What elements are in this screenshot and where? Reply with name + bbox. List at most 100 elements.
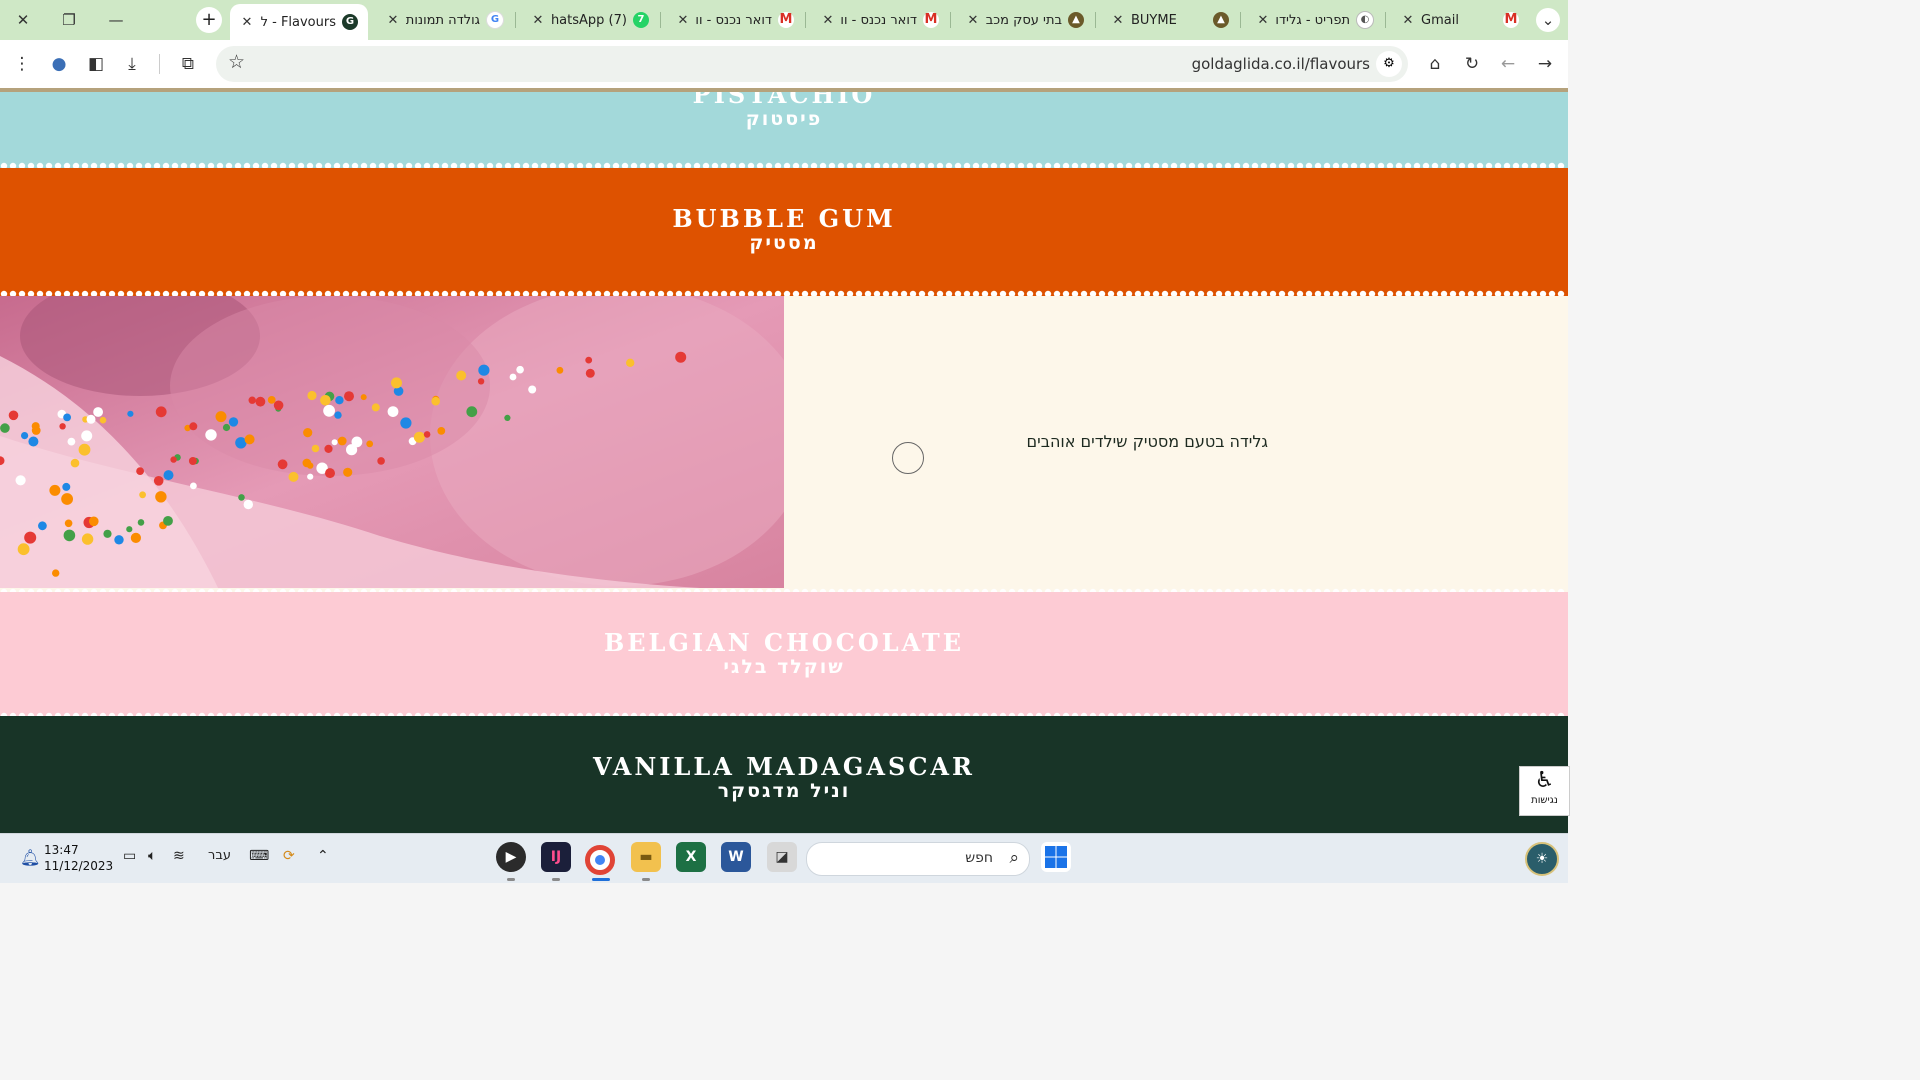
tab-close-icon[interactable]: ✕: [1111, 13, 1125, 28]
tab-businesses[interactable]: ✕ בתי עסק מכב ▲: [956, 4, 1094, 36]
ide-app-icon[interactable]: IJ: [541, 842, 571, 872]
address-bar[interactable]: ☆ goldaglida.co.il/flavours ⚙: [216, 46, 1408, 82]
tab-close-icon[interactable]: ✕: [676, 13, 690, 28]
side-panel-icon[interactable]: ◧: [84, 52, 108, 76]
tab-strip: ✕ ❐ — + ✕ Flavours - לנו G ✕ גולדה תמונו…: [0, 0, 1568, 40]
app-running-indicator: [642, 878, 650, 881]
tab-close-icon[interactable]: ✕: [531, 13, 545, 28]
wheelchair-icon: ♿: [1534, 768, 1555, 793]
url-text[interactable]: goldaglida.co.il/flavours: [1192, 55, 1370, 73]
tab-title: בתי עסק מכב: [986, 12, 1062, 28]
new-tab-button[interactable]: +: [196, 7, 222, 33]
tab-close-icon[interactable]: ✕: [1256, 13, 1270, 28]
tab-menu[interactable]: ✕ תפריט - גלידו ◐: [1246, 4, 1384, 36]
google-favicon-icon: G: [486, 11, 504, 29]
gmail-favicon-icon: M: [778, 12, 794, 28]
reload-icon[interactable]: ↻: [1460, 52, 1484, 76]
gmail-favicon-icon: M: [923, 12, 939, 28]
browser-toolbar: ⋮ ● ◧ ⤓ ⧉ ☆ goldaglida.co.il/flavours ⚙ …: [0, 40, 1568, 88]
keyboard-icon[interactable]: ⌨: [249, 848, 269, 864]
flavour-name-he: וניל מדגסקר: [717, 780, 851, 802]
close-window-icon[interactable]: ✕: [11, 8, 35, 32]
accessibility-button[interactable]: ♿ נגישות: [1519, 766, 1570, 816]
tab-title: Gmail: [1421, 12, 1459, 28]
minimize-window-icon[interactable]: —: [104, 8, 128, 32]
flavour-name-en: BUBBLE GUM: [672, 204, 896, 233]
tab-whatsapp[interactable]: ✕ (7) WhatsApp 7: [521, 4, 659, 36]
flavour-name-he: פיסטוק: [745, 108, 823, 130]
tab-close-icon[interactable]: ✕: [386, 13, 400, 28]
window-app-icon[interactable]: ◪: [767, 842, 797, 872]
restore-window-icon[interactable]: ❐: [57, 8, 81, 32]
system-clock[interactable]: 13:47 11/12/2023: [44, 842, 113, 874]
flavour-name-en: VANILLA MADAGASCAR: [592, 752, 975, 781]
tab-separator: [1095, 12, 1096, 28]
flavour-description: גלידה בטעם מסטיק שילדים אוהבים: [1026, 432, 1269, 451]
tab-gmail[interactable]: ✕ Gmail M: [1391, 4, 1529, 36]
download-icon[interactable]: ⤓: [120, 52, 144, 76]
tab-separator: [805, 12, 806, 28]
file-explorer-app-icon[interactable]: ▬: [631, 842, 661, 872]
flavour-description-panel: גלידה בטעם מסטיק שילדים אוהבים: [784, 296, 1568, 592]
tab-title: גולדה תמונות: [406, 12, 480, 28]
flavour-pistachio[interactable]: PISTACHIO פיסטוק: [0, 92, 1568, 168]
tab-title: BUYME: [1131, 12, 1177, 28]
show-hidden-icons-chevron-icon[interactable]: ⌃: [317, 848, 329, 864]
profile-avatar-icon[interactable]: ●: [47, 52, 71, 76]
excel-app-icon[interactable]: X: [676, 842, 706, 872]
flavour-vanilla-madagascar[interactable]: VANILLA MADAGASCAR וניל מדגסקר: [0, 716, 1568, 833]
site-settings-icon[interactable]: ⚙: [1376, 51, 1402, 77]
extensions-icon[interactable]: ⧉: [176, 52, 200, 76]
tab-inbox-1[interactable]: ✕ דואר נכנס - ווו M: [666, 4, 804, 36]
flavour-name-he: מסטיק: [749, 232, 819, 254]
tab-golda-images[interactable]: ✕ גולדה תמונות G: [376, 4, 514, 36]
tab-separator: [660, 12, 661, 28]
back-arrow-icon[interactable]: ←: [1496, 52, 1520, 76]
tab-separator: [950, 12, 951, 28]
weather-widget-icon[interactable]: ☀: [1525, 842, 1559, 876]
media-player-app-icon[interactable]: ▶: [496, 842, 526, 872]
tab-buyme[interactable]: ✕ BUYME ▲: [1101, 4, 1239, 36]
tab-close-icon[interactable]: ✕: [966, 13, 980, 28]
tab-title: תפריט - גלידו: [1276, 12, 1350, 28]
search-icon: ⌕: [1009, 848, 1019, 868]
flavour-belgian-chocolate[interactable]: BELGIAN CHOCOLATE שוקלד בלגי: [0, 592, 1568, 716]
site-favicon-icon: G: [342, 14, 358, 30]
tab-inbox-2[interactable]: ✕ דואר נכנס - ווו M: [811, 4, 949, 36]
volume-icon[interactable]: 🔈︎: [148, 848, 156, 864]
site-favicon-icon: ◐: [1356, 11, 1374, 29]
windows-taskbar: 🔔︎ 13:47 11/12/2023 ▭ 🔈︎ ≋ עבר ⌨ ⟳ ⌃ ▶ I…: [0, 833, 1568, 883]
flavour-bubble-gum[interactable]: BUBBLE GUM מסטיק: [0, 168, 1568, 296]
wifi-icon[interactable]: ≋: [173, 848, 185, 864]
notification-bell-icon[interactable]: 🔔︎: [20, 848, 40, 867]
tab-search-chevron-icon[interactable]: ⌄: [1536, 8, 1560, 32]
bubble-gum-ice-cream-image: [0, 296, 784, 592]
tab-close-icon[interactable]: ✕: [1401, 13, 1415, 28]
home-icon[interactable]: ⌂: [1423, 52, 1447, 76]
tab-close-icon[interactable]: ✕: [821, 13, 835, 28]
start-menu-windows-icon[interactable]: [1041, 842, 1071, 872]
app-active-indicator: [592, 878, 610, 881]
battery-icon[interactable]: ▭: [123, 848, 136, 864]
search-placeholder: חפש: [965, 850, 993, 866]
flavour-name-he: שוקלד בלגי: [723, 656, 845, 678]
input-language[interactable]: עבר: [208, 848, 231, 863]
forward-arrow-icon[interactable]: →: [1533, 52, 1557, 76]
chrome-app-icon[interactable]: [585, 845, 615, 875]
word-app-icon[interactable]: W: [721, 842, 751, 872]
flavour-name-en: PISTACHIO: [692, 92, 876, 109]
tab-title: Flavours - לנו: [260, 14, 336, 30]
shopping-bag-favicon-icon: ▲: [1213, 12, 1229, 28]
clock-date: 11/12/2023: [44, 859, 114, 873]
taskbar-search[interactable]: חפש ⌕: [806, 842, 1030, 876]
tab-separator: [1240, 12, 1241, 28]
more-menu-icon[interactable]: ⋮: [10, 52, 34, 76]
whatsapp-favicon-icon: 7: [633, 12, 649, 28]
flavour-name-en: BELGIAN CHOCOLATE: [603, 628, 965, 657]
tab-separator: [515, 12, 516, 28]
tab-flavours[interactable]: ✕ Flavours - לנו G: [230, 4, 368, 40]
sync-icon[interactable]: ⟳: [283, 848, 295, 864]
shopping-bag-favicon-icon: ▲: [1068, 12, 1084, 28]
bookmark-star-icon[interactable]: ☆: [228, 51, 245, 73]
tab-close-icon[interactable]: ✕: [240, 15, 254, 30]
